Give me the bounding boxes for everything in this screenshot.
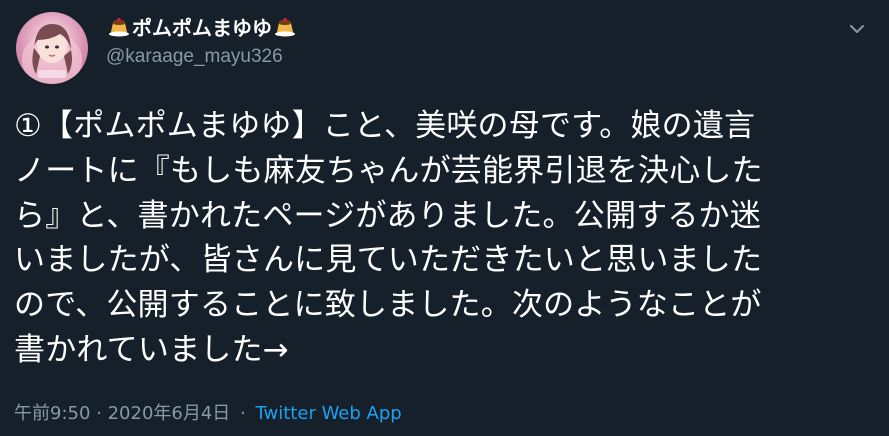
display-name[interactable]: ポムポムまゆゆ xyxy=(132,12,272,41)
tweet-text-line: 書かれていました→ xyxy=(14,331,289,368)
tweet-text-line: ノートに『もしも麻友ちゃんが芸能界引退を決心した xyxy=(14,152,763,189)
tweet-text-line: ら』と、書かれたページがありました。公開するか迷 xyxy=(14,197,761,234)
tweet-body: ①【ポムポムまゆゆ】こと、美咲の母です。娘の遺言 ノートに『もしも麻友ちゃんが芸… xyxy=(14,104,854,373)
avatar[interactable] xyxy=(16,12,88,84)
meta-separator: · xyxy=(240,403,246,424)
source-app-link[interactable]: Twitter Web App xyxy=(256,403,402,424)
tweet-text-line: いましたが、皆さんに見ていただきたいと思いました xyxy=(14,242,763,279)
chevron-down-icon[interactable] xyxy=(846,18,868,40)
pudding-icon xyxy=(274,15,296,37)
pudding-icon xyxy=(108,15,130,37)
tweet-header: ポムポムまゆゆ @karaage_mayu326 xyxy=(106,12,298,68)
tweet-meta: 午前9:50 · 2020年6月4日 · Twitter Web App xyxy=(14,399,402,425)
tweet-text-line: ①【ポムポムまゆゆ】こと、美咲の母です。娘の遺言 xyxy=(14,108,756,144)
user-handle[interactable]: @karaage_mayu326 xyxy=(106,46,298,68)
avatar-image xyxy=(22,24,82,84)
tweet-timestamp[interactable]: 午前9:50 · 2020年6月4日 xyxy=(14,403,230,424)
author-name-row[interactable]: ポムポムまゆゆ xyxy=(106,12,298,40)
tweet: ポムポムまゆゆ @karaage_mayu326 ①【ポムポムまゆゆ】こと、美咲… xyxy=(0,0,889,436)
tweet-text-line: ので、公開することに致しました。次のようなことが xyxy=(14,287,762,324)
